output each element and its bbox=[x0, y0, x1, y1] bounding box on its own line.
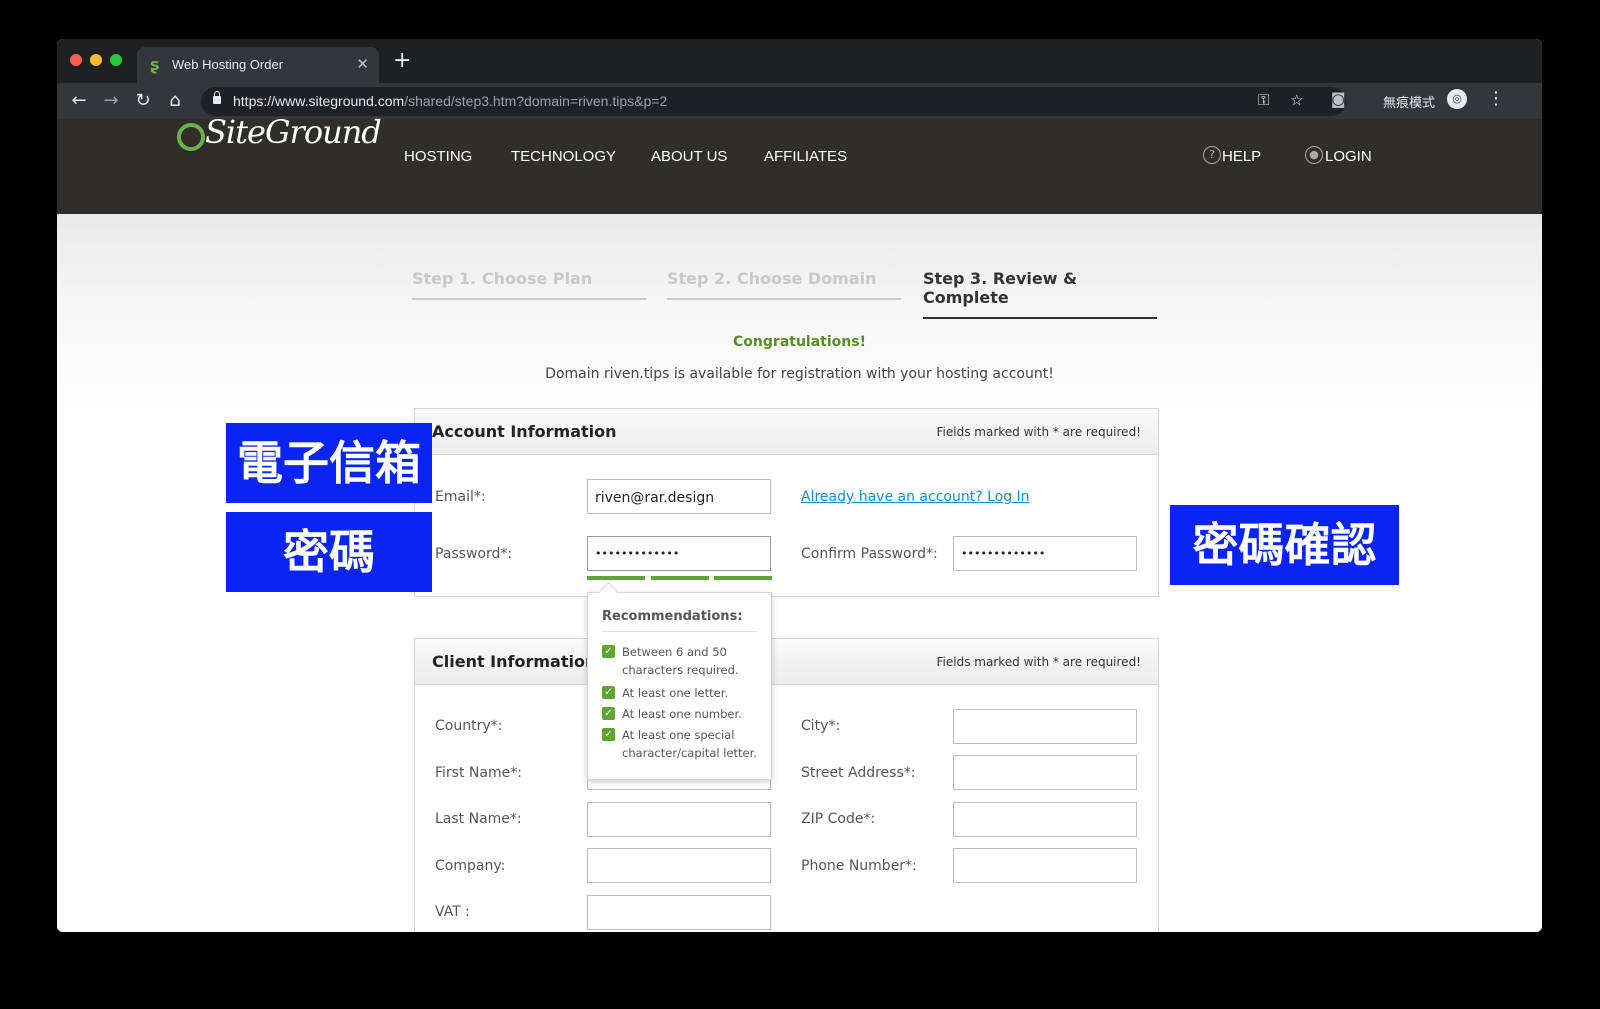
first-name-label: First Name*: bbox=[435, 765, 522, 781]
user-icon: ● bbox=[1305, 146, 1323, 164]
password-recommendations-popup: Recommendations: ✓ Between 6 and 50 char… bbox=[587, 582, 772, 780]
nav-technology[interactable]: TECHNOLOGY bbox=[511, 148, 616, 165]
annotation-confirm-password: 密碼確認 bbox=[1170, 505, 1399, 585]
tab-web-hosting-order[interactable]: ʂ Web Hosting Order ✕ bbox=[137, 47, 379, 83]
forward-icon[interactable]: → bbox=[99, 89, 123, 113]
lock-icon bbox=[213, 91, 221, 104]
phone-number-label: Phone Number*: bbox=[801, 858, 917, 874]
nav-affiliates[interactable]: AFFILIATES bbox=[764, 148, 847, 165]
company-field[interactable] bbox=[587, 848, 771, 883]
last-name-label: Last Name*: bbox=[435, 811, 522, 827]
last-name-field[interactable] bbox=[587, 802, 771, 837]
login-link[interactable]: Already have an account? Log In bbox=[801, 489, 1030, 505]
country-label: Country*: bbox=[435, 718, 503, 734]
new-tab-icon[interactable]: + bbox=[393, 49, 411, 73]
password-strength-segment bbox=[714, 576, 772, 580]
password-field[interactable]: ••••••••••••• bbox=[587, 536, 771, 571]
password-strength-segment bbox=[587, 576, 645, 580]
email-field[interactable]: riven@rar.design bbox=[587, 479, 771, 514]
nav-about-us[interactable]: ABOUT US bbox=[651, 148, 727, 165]
maximize-window-button[interactable] bbox=[110, 54, 122, 66]
browser-menu-icon[interactable]: ⋮ bbox=[1487, 88, 1505, 109]
nav-help[interactable]: HELP bbox=[1222, 148, 1261, 165]
star-icon[interactable]: ☆ bbox=[1290, 91, 1303, 109]
zip-code-field[interactable] bbox=[953, 802, 1137, 837]
back-icon[interactable]: ← bbox=[67, 89, 91, 113]
required-fields-note: Fields marked with * are required! bbox=[936, 425, 1141, 439]
help-icon: ? bbox=[1203, 146, 1221, 164]
step-2-choose-domain[interactable]: Step 2. Choose Domain bbox=[667, 269, 901, 300]
zip-code-label: ZIP Code*: bbox=[801, 811, 876, 827]
account-information-panel: Account Information Fields marked with *… bbox=[414, 408, 1159, 597]
required-fields-note: Fields marked with * are required! bbox=[936, 655, 1141, 669]
logo-text: SiteGround bbox=[205, 113, 382, 151]
annotation-email: 電子信箱 bbox=[226, 423, 432, 503]
site-header: SiteGround HOSTING TECHNOLOGY ABOUT US A… bbox=[57, 113, 1542, 214]
city-field[interactable] bbox=[953, 709, 1137, 744]
domain-availability-message: Domain riven.tips is available for regis… bbox=[545, 366, 1054, 382]
congratulations-heading: Congratulations! bbox=[733, 334, 866, 350]
recommendations-title: Recommendations: bbox=[602, 609, 743, 624]
tab-strip: ʂ Web Hosting Order ✕ + bbox=[57, 39, 1542, 83]
vat-field[interactable] bbox=[587, 895, 771, 930]
step-1-choose-plan[interactable]: Step 1. Choose Plan bbox=[412, 269, 646, 300]
vat-label: VAT : bbox=[435, 904, 470, 920]
company-label: Company: bbox=[435, 858, 506, 874]
password-strength-segment bbox=[651, 576, 709, 580]
close-window-button[interactable] bbox=[70, 54, 82, 66]
street-address-label: Street Address*: bbox=[801, 765, 916, 781]
close-tab-icon[interactable]: ✕ bbox=[356, 55, 369, 73]
address-bar[interactable]: https://www.siteground.com/shared/step3.… bbox=[201, 87, 1346, 116]
nav-hosting[interactable]: HOSTING bbox=[404, 148, 472, 165]
street-address-field[interactable] bbox=[953, 755, 1137, 790]
city-label: City*: bbox=[801, 718, 841, 734]
check-icon: ✓ bbox=[602, 645, 615, 658]
client-panel-header: Client Information Fields marked with * … bbox=[415, 639, 1158, 685]
phone-number-field[interactable] bbox=[953, 848, 1137, 883]
step-3-review-complete: Step 3. Review & Complete bbox=[923, 269, 1157, 319]
nav-login[interactable]: LOGIN bbox=[1325, 148, 1372, 165]
confirm-password-field[interactable]: ••••••••••••• bbox=[953, 536, 1137, 571]
url-text: https://www.siteground.com/shared/step3.… bbox=[233, 93, 668, 109]
minimize-window-button[interactable] bbox=[90, 54, 102, 66]
check-icon: ✓ bbox=[602, 728, 615, 741]
check-icon: ✓ bbox=[602, 686, 615, 699]
divider bbox=[602, 631, 757, 632]
check-icon: ✓ bbox=[602, 707, 615, 720]
annotation-password: 密碼 bbox=[226, 512, 432, 592]
recommendation-item: ✓ Between 6 and 50 characters required. bbox=[602, 643, 767, 679]
siteground-favicon-icon: ʂ bbox=[150, 55, 160, 74]
client-information-panel: Client Information Fields marked with * … bbox=[414, 638, 1159, 932]
account-panel-header: Account Information Fields marked with *… bbox=[415, 409, 1158, 455]
email-label: Email*: bbox=[435, 489, 486, 505]
siteground-logo-icon bbox=[177, 123, 205, 151]
key-icon[interactable]: ⚿ bbox=[1258, 91, 1269, 109]
incognito-label: 無痕模式 bbox=[1383, 96, 1436, 111]
recommendation-item: ✓ At least one special character/capital… bbox=[602, 726, 767, 762]
tab-title: Web Hosting Order bbox=[172, 57, 284, 72]
incognito-icon[interactable]: ◎ bbox=[1447, 89, 1467, 109]
account-panel-title: Account Information bbox=[432, 422, 617, 441]
home-icon[interactable]: ⌂ bbox=[163, 89, 187, 113]
camera-icon[interactable]: ◙ bbox=[1331, 90, 1346, 108]
password-label: Password*: bbox=[435, 546, 513, 562]
reload-icon[interactable]: ↻ bbox=[131, 89, 155, 113]
confirm-password-label: Confirm Password*: bbox=[801, 546, 938, 562]
client-panel-title: Client Information bbox=[432, 652, 597, 671]
